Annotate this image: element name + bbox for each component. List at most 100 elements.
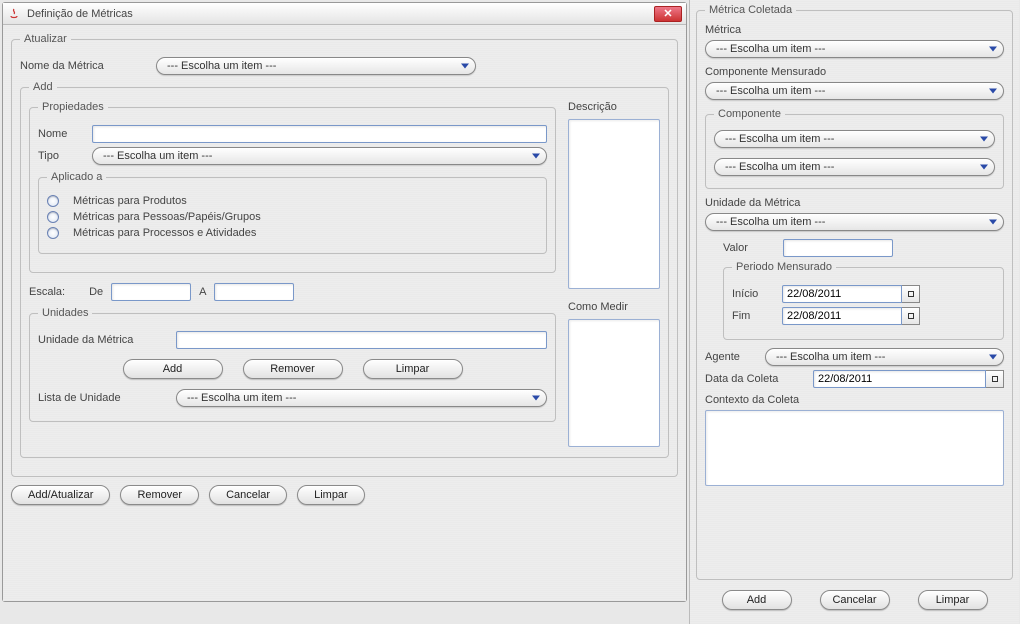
- calendar-icon: [908, 313, 914, 319]
- input-nome[interactable]: [92, 125, 547, 143]
- legend-metrica-coletada: Métrica Coletada: [705, 4, 796, 16]
- group-propiedades: Propiedades Nome Tipo --- Escolha um ite…: [29, 101, 556, 273]
- legend-atualizar: Atualizar: [20, 33, 71, 45]
- input-unidade-metrica[interactable]: [176, 331, 547, 349]
- combo-unidade-metrica-r[interactable]: --- Escolha um item ---: [705, 213, 1004, 231]
- panel-metrica-coletada: Métrica Coletada Métrica --- Escolha um …: [689, 0, 1019, 624]
- chevron-down-icon: [989, 220, 997, 225]
- combo-comp-mens-text: --- Escolha um item ---: [716, 85, 825, 97]
- input-fim[interactable]: [782, 307, 902, 325]
- label-metrica: Métrica: [705, 24, 1004, 36]
- radio-row-1[interactable]: Métricas para Produtos: [47, 195, 538, 207]
- combo-nome-metrica-text: --- Escolha um item ---: [167, 60, 276, 72]
- combo-componente-1-text: --- Escolha um item ---: [725, 133, 834, 145]
- combo-componente-2-text: --- Escolha um item ---: [725, 161, 834, 173]
- label-de: De: [89, 286, 103, 298]
- input-valor[interactable]: [783, 239, 893, 257]
- group-aplicado: Aplicado a Métricas para Produtos Métric…: [38, 171, 547, 254]
- group-unidades: Unidades Unidade da Métrica Add Remover …: [29, 307, 556, 422]
- limpar-button[interactable]: Limpar: [297, 485, 365, 505]
- app-root: Definição de Métricas ✕ Atualizar Nome d…: [0, 0, 1020, 624]
- radio-icon: [47, 195, 59, 207]
- remover-button[interactable]: Remover: [120, 485, 199, 505]
- chevron-down-icon: [532, 396, 540, 401]
- chevron-down-icon: [532, 154, 540, 159]
- chevron-down-icon: [989, 47, 997, 52]
- chevron-down-icon: [461, 64, 469, 69]
- titlebar: Definição de Métricas ✕: [3, 3, 686, 25]
- label-componente-mensurado: Componente Mensurado: [705, 66, 1004, 78]
- radio-row-2[interactable]: Métricas para Pessoas/Papéis/Grupos: [47, 211, 538, 223]
- cancelar-button[interactable]: Cancelar: [209, 485, 287, 505]
- unidade-remover-button[interactable]: Remover: [243, 359, 343, 379]
- combo-agente-text: --- Escolha um item ---: [776, 351, 885, 363]
- chevron-down-icon: [980, 165, 988, 170]
- textarea-descricao[interactable]: [568, 119, 660, 289]
- radio-icon: [47, 211, 59, 223]
- combo-lista-unidade-text: --- Escolha um item ---: [187, 392, 296, 404]
- label-contexto: Contexto da Coleta: [705, 394, 1004, 406]
- label-inicio: Início: [732, 288, 774, 300]
- combo-tipo[interactable]: --- Escolha um item ---: [92, 147, 547, 165]
- window-body: Atualizar Nome da Métrica --- Escolha um…: [3, 25, 686, 601]
- date-picker-button-fim[interactable]: [902, 307, 920, 325]
- right-limpar-button[interactable]: Limpar: [918, 590, 988, 610]
- combo-agente[interactable]: --- Escolha um item ---: [765, 348, 1004, 366]
- label-lista-unidade: Lista de Unidade: [38, 392, 168, 404]
- close-icon: ✕: [663, 7, 672, 20]
- textarea-como-medir[interactable]: [568, 319, 660, 447]
- combo-metrica-text: --- Escolha um item ---: [716, 43, 825, 55]
- legend-aplicado: Aplicado a: [47, 171, 106, 183]
- window-title: Definição de Métricas: [27, 8, 133, 20]
- group-add: Add Propiedades Nome Tipo: [20, 81, 669, 458]
- input-de[interactable]: [111, 283, 191, 301]
- window-definicao-metricas: Definição de Métricas ✕ Atualizar Nome d…: [2, 2, 687, 602]
- legend-propiedades: Propiedades: [38, 101, 108, 113]
- group-componente: Componente --- Escolha um item --- --- E…: [705, 108, 1004, 189]
- chevron-down-icon: [989, 89, 997, 94]
- group-atualizar: Atualizar Nome da Métrica --- Escolha um…: [11, 33, 678, 477]
- unidade-add-button[interactable]: Add: [123, 359, 223, 379]
- label-valor: Valor: [723, 242, 775, 254]
- date-picker-button-inicio[interactable]: [902, 285, 920, 303]
- label-tipo: Tipo: [38, 150, 84, 162]
- input-a[interactable]: [214, 283, 294, 301]
- combo-metrica[interactable]: --- Escolha um item ---: [705, 40, 1004, 58]
- combo-lista-unidade[interactable]: --- Escolha um item ---: [176, 389, 547, 407]
- combo-componente-mensurado[interactable]: --- Escolha um item ---: [705, 82, 1004, 100]
- label-escala: Escala:: [29, 286, 65, 298]
- label-a: A: [199, 286, 206, 298]
- calendar-icon: [908, 291, 914, 297]
- right-cancelar-button[interactable]: Cancelar: [820, 590, 890, 610]
- label-fim: Fim: [732, 310, 774, 322]
- calendar-icon: [992, 376, 998, 382]
- unidade-limpar-button[interactable]: Limpar: [363, 359, 463, 379]
- radio-label-2: Métricas para Pessoas/Papéis/Grupos: [73, 211, 261, 223]
- group-periodo: Periodo Mensurado Início Fim: [723, 261, 1004, 340]
- label-descricao: Descrição: [568, 101, 660, 113]
- label-agente: Agente: [705, 351, 757, 363]
- right-add-button[interactable]: Add: [722, 590, 792, 610]
- chevron-down-icon: [989, 355, 997, 360]
- close-button[interactable]: ✕: [654, 6, 682, 22]
- legend-periodo: Periodo Mensurado: [732, 261, 836, 273]
- legend-add: Add: [29, 81, 57, 93]
- date-picker-button-coleta[interactable]: [986, 370, 1004, 388]
- label-unidade-metrica-r: Unidade da Métrica: [705, 197, 1004, 209]
- label-nome: Nome: [38, 128, 84, 140]
- label-unidade-metrica: Unidade da Métrica: [38, 334, 168, 346]
- combo-componente-2[interactable]: --- Escolha um item ---: [714, 158, 995, 176]
- add-atualizar-button[interactable]: Add/Atualizar: [11, 485, 110, 505]
- input-inicio[interactable]: [782, 285, 902, 303]
- combo-tipo-text: --- Escolha um item ---: [103, 150, 212, 162]
- radio-label-3: Métricas para Processos e Atividades: [73, 227, 256, 239]
- radio-row-3[interactable]: Métricas para Processos e Atividades: [47, 227, 538, 239]
- combo-componente-1[interactable]: --- Escolha um item ---: [714, 130, 995, 148]
- group-metrica-coletada: Métrica Coletada Métrica --- Escolha um …: [696, 4, 1013, 580]
- input-data-coleta[interactable]: [813, 370, 986, 388]
- label-data-coleta: Data da Coleta: [705, 373, 805, 385]
- label-nome-metrica: Nome da Métrica: [20, 60, 148, 72]
- radio-label-1: Métricas para Produtos: [73, 195, 187, 207]
- combo-nome-metrica[interactable]: --- Escolha um item ---: [156, 57, 476, 75]
- textarea-contexto[interactable]: [705, 410, 1004, 486]
